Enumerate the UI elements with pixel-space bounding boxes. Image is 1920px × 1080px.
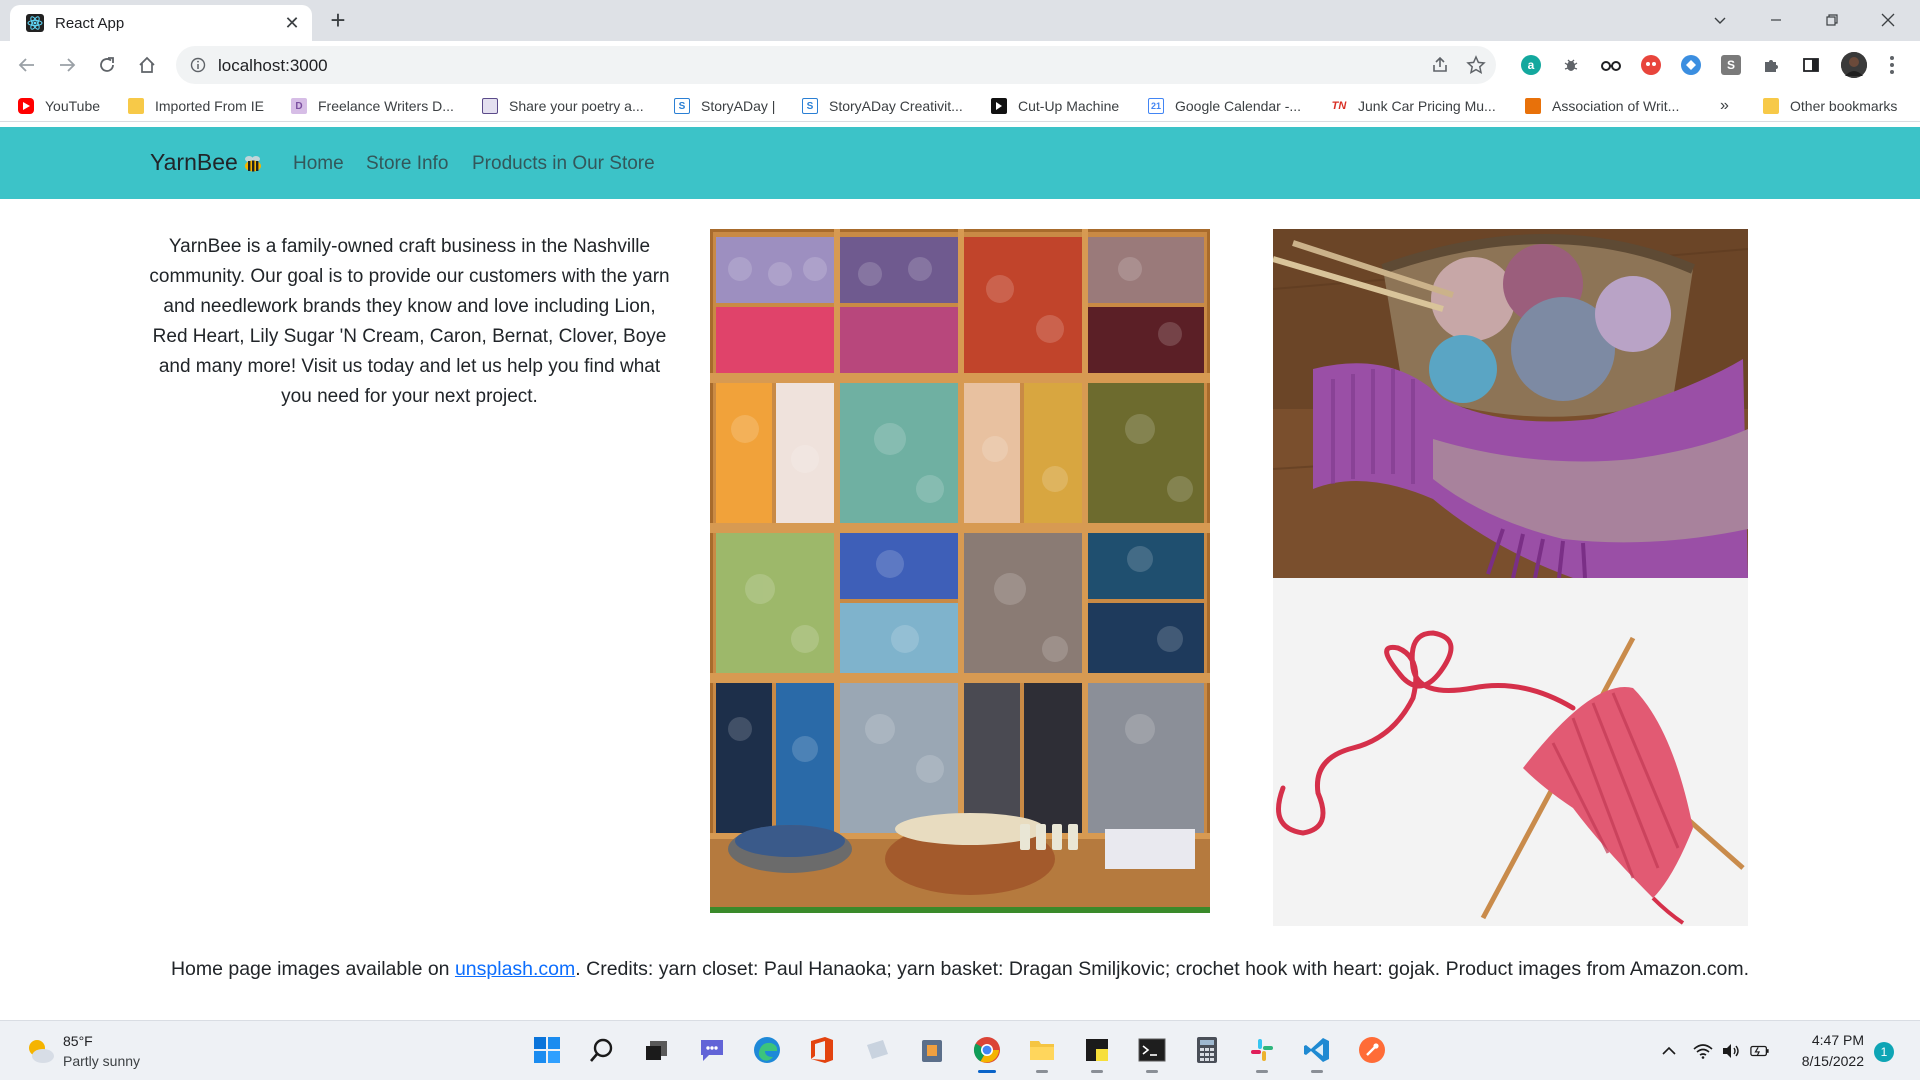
volume-icon[interactable]: [1721, 1041, 1741, 1061]
show-hidden-icons-icon[interactable]: [1659, 1041, 1679, 1061]
postman-icon[interactable]: [1357, 1035, 1387, 1065]
folder-icon: [128, 98, 144, 114]
folder-icon: [1763, 98, 1779, 114]
nav-link-store-info[interactable]: Store Info: [366, 153, 448, 175]
puzzle-extensions-icon[interactable]: [1761, 55, 1781, 75]
tab-title: React App: [55, 15, 125, 32]
home-button[interactable]: [132, 50, 162, 80]
profile-avatar[interactable]: [1841, 52, 1867, 78]
close-tab-icon[interactable]: ✕: [282, 13, 302, 33]
browser-menu-icon[interactable]: [1886, 53, 1898, 77]
weather-condition: Partly sunny: [63, 1053, 141, 1069]
yarn-closet-image: [710, 229, 1210, 913]
vscode-icon[interactable]: [1302, 1035, 1332, 1073]
bookmark-association-of-writers[interactable]: Association of Writ...: [1525, 95, 1679, 117]
bookmark-share-poetry[interactable]: Share your poetry a...: [482, 95, 644, 117]
notepad-icon[interactable]: [862, 1035, 892, 1065]
browser-tab[interactable]: React App ✕: [10, 5, 312, 41]
edge-icon[interactable]: [752, 1035, 782, 1065]
nav-link-products[interactable]: Products in Our Store: [472, 153, 655, 175]
url-text: localhost:3000: [218, 56, 328, 75]
bookmark-imported-from-ie[interactable]: Imported From IE: [128, 95, 264, 117]
weather-temperature: 85°F: [63, 1033, 93, 1049]
wifi-icon[interactable]: [1693, 1041, 1713, 1061]
yarn-basket-image: [1273, 229, 1748, 578]
back-button[interactable]: [12, 50, 42, 80]
sticky-notes-icon[interactable]: [1082, 1035, 1112, 1073]
bee-icon: [244, 155, 261, 171]
restore-button[interactable]: [1804, 0, 1860, 40]
reload-button[interactable]: [92, 50, 122, 80]
s-icon: S: [802, 98, 818, 114]
bookmark-youtube[interactable]: YouTube: [18, 95, 100, 117]
arrow-icon: [991, 98, 1007, 114]
react-icon: [26, 14, 44, 32]
new-tab-button[interactable]: +: [325, 7, 351, 34]
bookmark-storyaday[interactable]: S StoryADay |: [674, 95, 775, 117]
intro-paragraph: YarnBee is a family-owned craft business…: [149, 236, 670, 407]
nav-link-home[interactable]: Home: [293, 153, 344, 175]
taskbar: 85°F Partly sunny 4:47 PM 8/15/2022 1: [0, 1020, 1920, 1080]
face-extension-icon[interactable]: [1641, 55, 1661, 75]
doc-icon: [1525, 98, 1541, 114]
forward-button[interactable]: [52, 50, 82, 80]
task-view-icon[interactable]: [642, 1035, 672, 1065]
bookmark-freelance-writers[interactable]: D Freelance Writers D...: [291, 95, 454, 117]
close-window-button[interactable]: [1860, 0, 1916, 40]
address-bar[interactable]: localhost:3000: [176, 46, 1496, 84]
store-icon[interactable]: [917, 1035, 947, 1065]
calendar-icon: 21: [1148, 98, 1164, 114]
heart-yarn-image: [1273, 578, 1748, 926]
bookmarks-bar: YouTube Imported From IE D Freelance Wri…: [0, 89, 1920, 122]
bookmark-storyaday-creativity[interactable]: S StoryADay Creativit...: [802, 95, 963, 117]
unsplash-link[interactable]: unsplash.com: [455, 958, 575, 980]
youtube-icon: [18, 98, 34, 114]
brand-name: YarnBee: [150, 149, 238, 175]
bookmark-star-icon[interactable]: [1466, 55, 1486, 75]
partly-sunny-icon[interactable]: [24, 1035, 56, 1067]
app-navbar: YarnBee Home Store Info Products in Our …: [0, 127, 1920, 199]
browser-toolbar: localhost:3000 a S: [0, 41, 1920, 89]
start-icon[interactable]: [532, 1035, 562, 1065]
book-icon: [482, 98, 498, 114]
bookmarks-overflow-button[interactable]: »: [1720, 97, 1729, 115]
site-info-icon[interactable]: [190, 57, 206, 73]
d-icon: D: [291, 98, 307, 114]
bug-extension-icon[interactable]: [1561, 55, 1581, 75]
diamond-extension-icon[interactable]: [1681, 55, 1701, 75]
bookmark-cut-up-machine[interactable]: Cut-Up Machine: [991, 95, 1119, 117]
clock-time[interactable]: 4:47 PM: [1780, 1032, 1864, 1048]
calculator-icon[interactable]: [1192, 1035, 1222, 1065]
amazon-assistant-icon[interactable]: a: [1521, 55, 1541, 75]
bookmark-google-calendar[interactable]: 21 Google Calendar -...: [1148, 95, 1301, 117]
tn-icon: TN: [1331, 100, 1347, 112]
brand[interactable]: YarnBee: [150, 149, 265, 176]
notification-badge[interactable]: 1: [1874, 1042, 1894, 1062]
glasses-extension-icon[interactable]: [1601, 55, 1621, 75]
file-explorer-icon[interactable]: [1027, 1035, 1057, 1073]
tab-search-icon[interactable]: [1692, 0, 1748, 40]
s-extension-icon[interactable]: S: [1721, 55, 1741, 75]
bookmark-junk-car-pricing[interactable]: TN Junk Car Pricing Mu...: [1331, 95, 1496, 117]
side-panel-icon[interactable]: [1801, 55, 1821, 75]
clock-date[interactable]: 8/15/2022: [1780, 1053, 1864, 1069]
minimize-button[interactable]: [1748, 0, 1804, 40]
terminal-icon[interactable]: [1137, 1035, 1167, 1073]
teams-chat-icon[interactable]: [697, 1035, 727, 1065]
image-credits: Home page images available on unsplash.c…: [170, 958, 1750, 980]
battery-icon[interactable]: [1750, 1041, 1770, 1061]
tab-strip: React App ✕ +: [0, 0, 1920, 41]
slack-icon[interactable]: [1247, 1035, 1277, 1073]
search-icon[interactable]: [587, 1035, 617, 1065]
chrome-icon[interactable]: [972, 1035, 1002, 1073]
office-icon[interactable]: [807, 1035, 837, 1065]
share-icon[interactable]: [1430, 55, 1450, 75]
s-icon: S: [674, 98, 690, 114]
other-bookmarks[interactable]: Other bookmarks: [1763, 95, 1897, 117]
